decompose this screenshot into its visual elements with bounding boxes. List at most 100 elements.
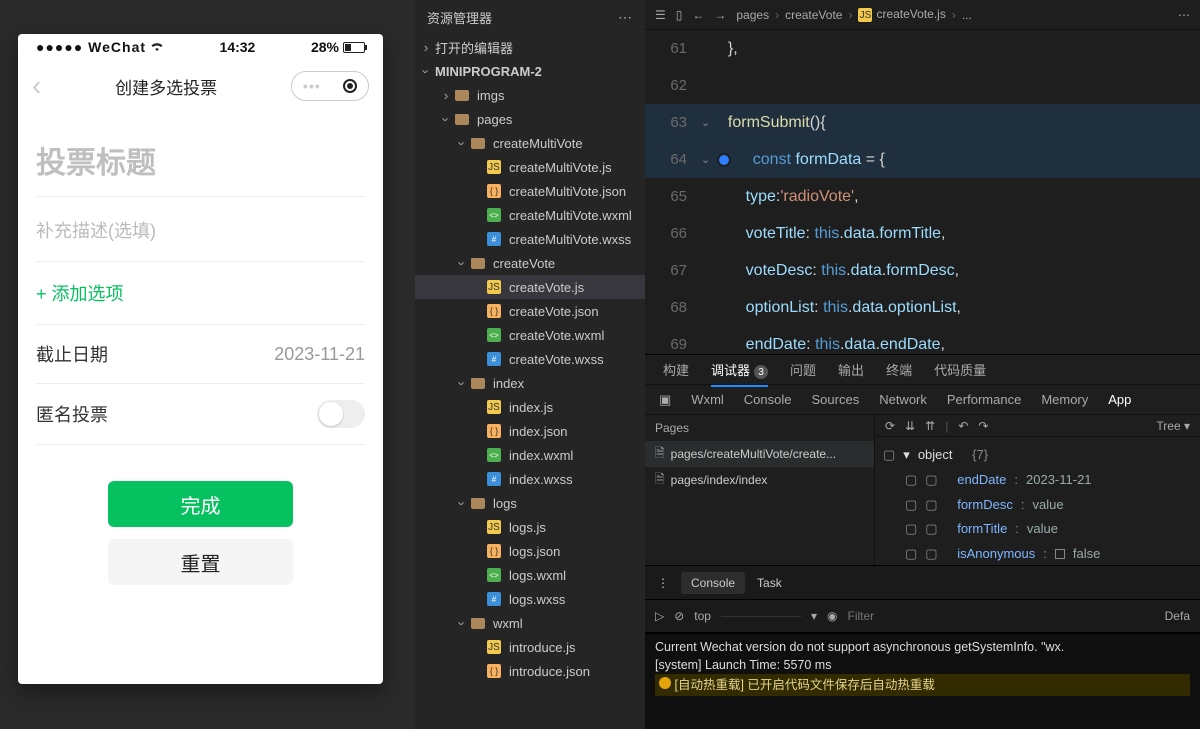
file-node[interactable]: JSlogs.js xyxy=(415,515,645,539)
tab-wxml[interactable]: Wxml xyxy=(691,392,724,407)
appdata-row[interactable]: ▢ ▢ endDate : 2023-11-21 xyxy=(883,468,1192,493)
file-node[interactable]: <>logs.wxml xyxy=(415,563,645,587)
capsule-button[interactable]: ••• xyxy=(291,71,369,101)
tab-problems[interactable]: 问题 xyxy=(790,360,816,379)
close-icon[interactable] xyxy=(343,79,357,93)
context-select[interactable]: top xyxy=(694,609,711,623)
tab-output[interactable]: 输出 xyxy=(838,360,864,379)
tab-console[interactable]: Console xyxy=(744,392,792,407)
add-option-button[interactable]: + 添加选项 xyxy=(36,262,365,325)
redo-icon[interactable]: ↷ xyxy=(978,419,988,433)
view-select[interactable]: Tree ▾ xyxy=(1156,419,1190,433)
more-icon[interactable]: ⋯ xyxy=(1178,8,1190,22)
battery: 28% xyxy=(311,39,365,55)
tab-appdata[interactable]: App xyxy=(1108,392,1131,407)
file-node[interactable]: #createVote.wxss xyxy=(415,347,645,371)
appdata-panel: ⟳ ⇊ ⇈ | ↶ ↷ Tree ▾ ▢ ▾ object {7}▢ ▢ end… xyxy=(875,415,1200,565)
tab-performance[interactable]: Performance xyxy=(947,392,1021,407)
folder-node[interactable]: ›index xyxy=(415,371,645,395)
folder-node[interactable]: ›pages xyxy=(415,107,645,131)
outline-icon[interactable]: ☰ xyxy=(655,8,666,22)
tab-quality[interactable]: 代码质量 xyxy=(934,360,986,379)
tab-terminal[interactable]: 终端 xyxy=(886,360,912,379)
folder-node[interactable]: ›imgs xyxy=(415,83,645,107)
file-node[interactable]: { }logs.json xyxy=(415,539,645,563)
explorer-title: 资源管理器 xyxy=(427,8,492,27)
console-tab-strip: ⋮ Console Task xyxy=(645,565,1200,599)
end-date-row[interactable]: 截止日期 2023-11-21 xyxy=(36,325,365,384)
section-open-editors[interactable]: ›打开的编辑器 xyxy=(415,35,645,59)
explorer-header: 资源管理器 ⋯ xyxy=(415,0,645,35)
bookmark-icon[interactable]: ▯ xyxy=(676,8,683,22)
appdata-row[interactable]: ▢ ▢ formDesc : value xyxy=(883,493,1192,518)
file-node[interactable]: { }introduce.json xyxy=(415,659,645,683)
refresh-icon[interactable]: ⟳ xyxy=(885,419,895,433)
debugger-panel: 构建 调试器3 问题 输出 终端 代码质量 ▣ Wxml Console Sou… xyxy=(645,354,1200,729)
eye-icon[interactable]: ◉ xyxy=(827,609,837,623)
file-node[interactable]: JSintroduce.js xyxy=(415,635,645,659)
page-item[interactable]: 🗎pages/createMultiVote/create... xyxy=(645,441,874,467)
folder-node[interactable]: ›wxml xyxy=(415,611,645,635)
code-body[interactable]: 61 },6263⌄ formSubmit(){64⌄ const formDa… xyxy=(645,30,1200,363)
file-node[interactable]: #index.wxss xyxy=(415,467,645,491)
file-node[interactable]: { }index.json xyxy=(415,419,645,443)
console-output[interactable]: Current Wechat version do not support as… xyxy=(645,633,1200,729)
anonymous-label: 匿名投票 xyxy=(36,401,108,427)
pages-panel: Pages 🗎pages/createMultiVote/create...🗎p… xyxy=(645,415,875,565)
reset-button[interactable]: 重置 xyxy=(108,539,293,585)
menu-icon[interactable]: ••• xyxy=(303,78,321,94)
status-bar: ●●●●● WeChat 14:32 28% xyxy=(18,34,383,60)
expand-icon[interactable]: ⇊ xyxy=(905,419,915,433)
carrier-label: ●●●●● WeChat xyxy=(36,39,164,55)
vote-title-input[interactable]: 投票标题 xyxy=(36,126,365,197)
end-date-label: 截止日期 xyxy=(36,341,108,367)
vote-form: 投票标题 补充描述(选填) + 添加选项 截止日期 2023-11-21 匿名投… xyxy=(18,112,383,585)
file-node[interactable]: { }createMultiVote.json xyxy=(415,179,645,203)
level-select[interactable]: Defa xyxy=(1165,609,1190,623)
clear-icon[interactable]: ⊘ xyxy=(674,609,684,623)
file-node[interactable]: JScreateMultiVote.js xyxy=(415,155,645,179)
bottom-tab-bar: 构建 调试器3 问题 输出 终端 代码质量 xyxy=(645,355,1200,385)
file-node[interactable]: JSindex.js xyxy=(415,395,645,419)
anonymous-row: 匿名投票 xyxy=(36,384,365,445)
nav-back-icon[interactable]: ← xyxy=(692,8,704,22)
submit-button[interactable]: 完成 xyxy=(108,481,293,527)
tab-memory[interactable]: Memory xyxy=(1041,392,1088,407)
file-node[interactable]: { }createVote.json xyxy=(415,299,645,323)
more-icon[interactable]: ⋯ xyxy=(618,9,633,26)
tab-network[interactable]: Network xyxy=(879,392,927,407)
folder-node[interactable]: ›createVote xyxy=(415,251,645,275)
folder-node[interactable]: ›logs xyxy=(415,491,645,515)
appdata-tree[interactable]: ▢ ▾ object {7}▢ ▢ endDate : 2023-11-21▢ … xyxy=(875,437,1200,565)
file-node[interactable]: <>index.wxml xyxy=(415,443,645,467)
section-project[interactable]: ›MINIPROGRAM-2 xyxy=(415,59,645,83)
back-icon[interactable]: ‹ xyxy=(32,70,41,102)
collapse-icon[interactable]: ⇈ xyxy=(925,419,935,433)
file-node[interactable]: JScreateVote.js xyxy=(415,275,645,299)
file-node[interactable]: <>createMultiVote.wxml xyxy=(415,203,645,227)
nav-fwd-icon[interactable]: → xyxy=(714,8,726,22)
file-node[interactable]: #createMultiVote.wxss xyxy=(415,227,645,251)
vote-desc-input[interactable]: 补充描述(选填) xyxy=(36,197,365,262)
end-date-value: 2023-11-21 xyxy=(274,344,365,365)
tab-debugger[interactable]: 调试器3 xyxy=(711,360,768,380)
battery-icon xyxy=(343,42,365,53)
appdata-row[interactable]: ▢ ▢ formTitle : value xyxy=(883,517,1192,542)
tab-task[interactable]: Task xyxy=(757,576,782,590)
folder-node[interactable]: ›createMultiVote xyxy=(415,131,645,155)
page-item[interactable]: 🗎pages/index/index xyxy=(645,467,874,493)
inspect-icon[interactable]: ▣ xyxy=(659,392,671,408)
drag-icon[interactable]: ⋮ xyxy=(657,576,669,590)
anonymous-switch[interactable] xyxy=(317,400,365,428)
console-filter-input[interactable] xyxy=(848,609,1155,623)
undo-icon[interactable]: ↶ xyxy=(958,419,968,433)
tab-build[interactable]: 构建 xyxy=(663,360,689,379)
play-icon[interactable]: ▷ xyxy=(655,609,664,623)
breadcrumb[interactable]: pages›createVote›JScreateVote.js›... xyxy=(736,7,971,23)
tab-sources[interactable]: Sources xyxy=(812,392,860,407)
file-node[interactable]: #logs.wxss xyxy=(415,587,645,611)
editor-toolbar: ☰ ▯ ← → pages›createVote›JScreateVote.js… xyxy=(645,0,1200,30)
tab-console-drawer[interactable]: Console xyxy=(681,572,745,594)
file-node[interactable]: <>createVote.wxml xyxy=(415,323,645,347)
appdata-row[interactable]: ▢ ▢ isAnonymous : false xyxy=(883,542,1192,565)
